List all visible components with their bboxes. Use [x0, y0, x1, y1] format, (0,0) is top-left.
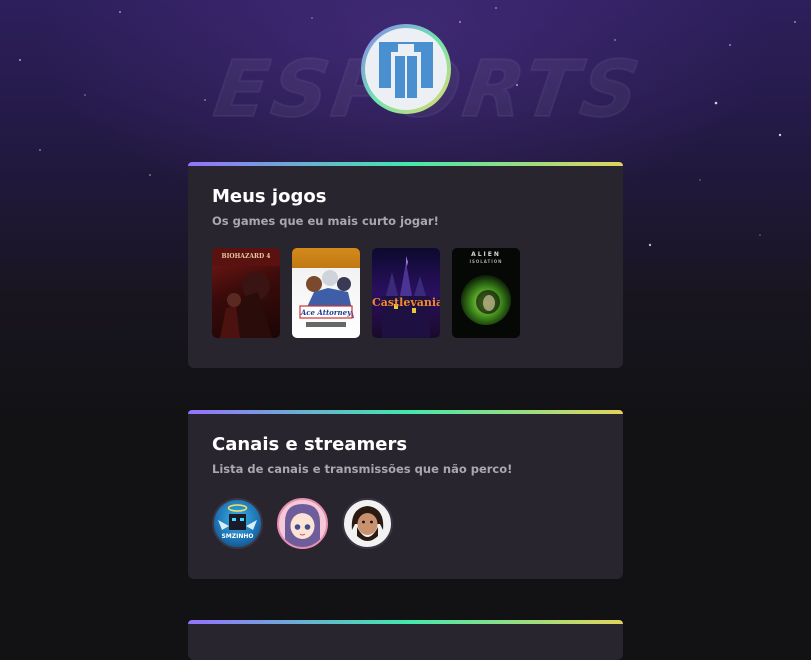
- cover-title: Castlevania: [372, 296, 440, 309]
- next-card: [188, 620, 623, 660]
- bearded-man-avatar[interactable]: [342, 498, 393, 549]
- profile-avatar[interactable]: [361, 24, 451, 114]
- games-card: Meus jogos Os games que eu mais curto jo…: [188, 162, 623, 368]
- cover-title: BIOHAZARD 4: [221, 253, 271, 260]
- bearded-man-art: [351, 506, 384, 541]
- section-subtitle: Lista de canais e transmissões que não p…: [212, 462, 513, 476]
- alien-isolation-cover[interactable]: ALIEN ISOLATION: [452, 248, 520, 338]
- streamers-card: Canais e streamers Lista de canais e tra…: [188, 410, 623, 579]
- games-list: BIOHAZARD 4 Ace Attorney Castlevania ALI…: [212, 248, 520, 338]
- ace-attorney-art: [299, 270, 354, 327]
- smzinho-avatar[interactable]: SMZINHO: [212, 498, 263, 549]
- castlevania-art: [382, 256, 430, 338]
- cover-title: ALIEN: [471, 251, 501, 258]
- section-subtitle: Os games que eu mais curto jogar!: [212, 214, 439, 228]
- resident-evil-4-art: [212, 248, 280, 338]
- cover-title: Ace Attorney: [300, 308, 352, 317]
- smzinho-label: SMZINHO: [221, 533, 254, 540]
- section-title: Meus jogos: [212, 186, 327, 207]
- profile-logo-icon: [365, 28, 447, 110]
- section-title: Canais e streamers: [212, 434, 408, 455]
- ace-attorney-cover[interactable]: Ace Attorney: [292, 248, 360, 338]
- castlevania-cover[interactable]: Castlevania: [372, 248, 440, 338]
- anime-girl-avatar[interactable]: [277, 498, 328, 549]
- cover-subtitle: ISOLATION: [469, 259, 503, 264]
- anime-girl-art: [285, 504, 320, 547]
- resident-evil-4-cover[interactable]: BIOHAZARD 4: [212, 248, 280, 338]
- streamers-list: SMZINHO: [212, 498, 393, 549]
